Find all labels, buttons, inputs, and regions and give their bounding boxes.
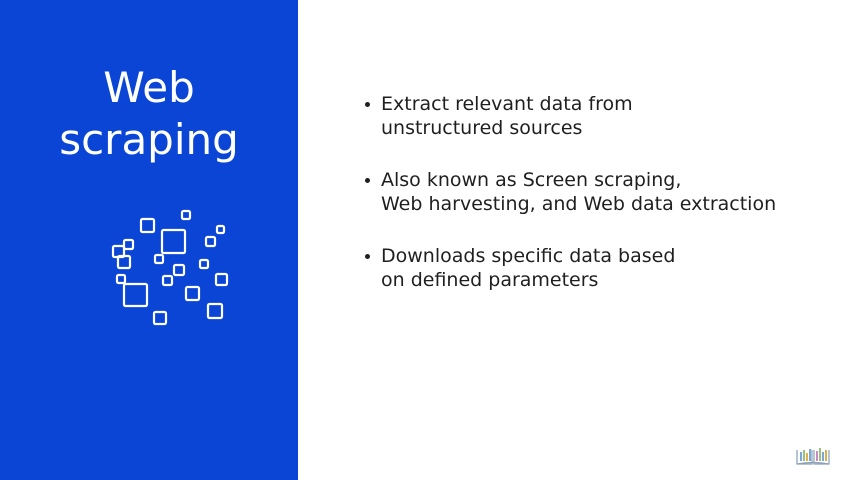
book-logo-icon [796,448,830,465]
title-line-1: Web [103,63,195,112]
bullet-item-1: Extract relevant data from unstructured … [364,92,824,140]
scattered-squares-icon [111,209,229,326]
bullet-3-line-2: on defined parameters [381,269,599,291]
bullet-item-3: Downloads specific data based on defined… [364,244,824,292]
bullet-1-line-1: Extract relevant data from [381,93,633,115]
bullet-1-line-2: unstructured sources [381,117,583,139]
bullet-item-2: Also known as Screen scraping, Web harve… [364,168,824,216]
bullet-3-line-1: Downloads specific data based [381,245,676,267]
slide-title: Web scraping [0,62,298,166]
title-panel: Web scraping [0,0,298,480]
title-line-2: scraping [59,115,239,164]
bullet-list: Extract relevant data from unstructured … [364,92,824,320]
bullet-2-line-2: Web harvesting, and Web data extraction [381,193,777,215]
bullet-2-line-1: Also known as Screen scraping, [381,169,682,191]
